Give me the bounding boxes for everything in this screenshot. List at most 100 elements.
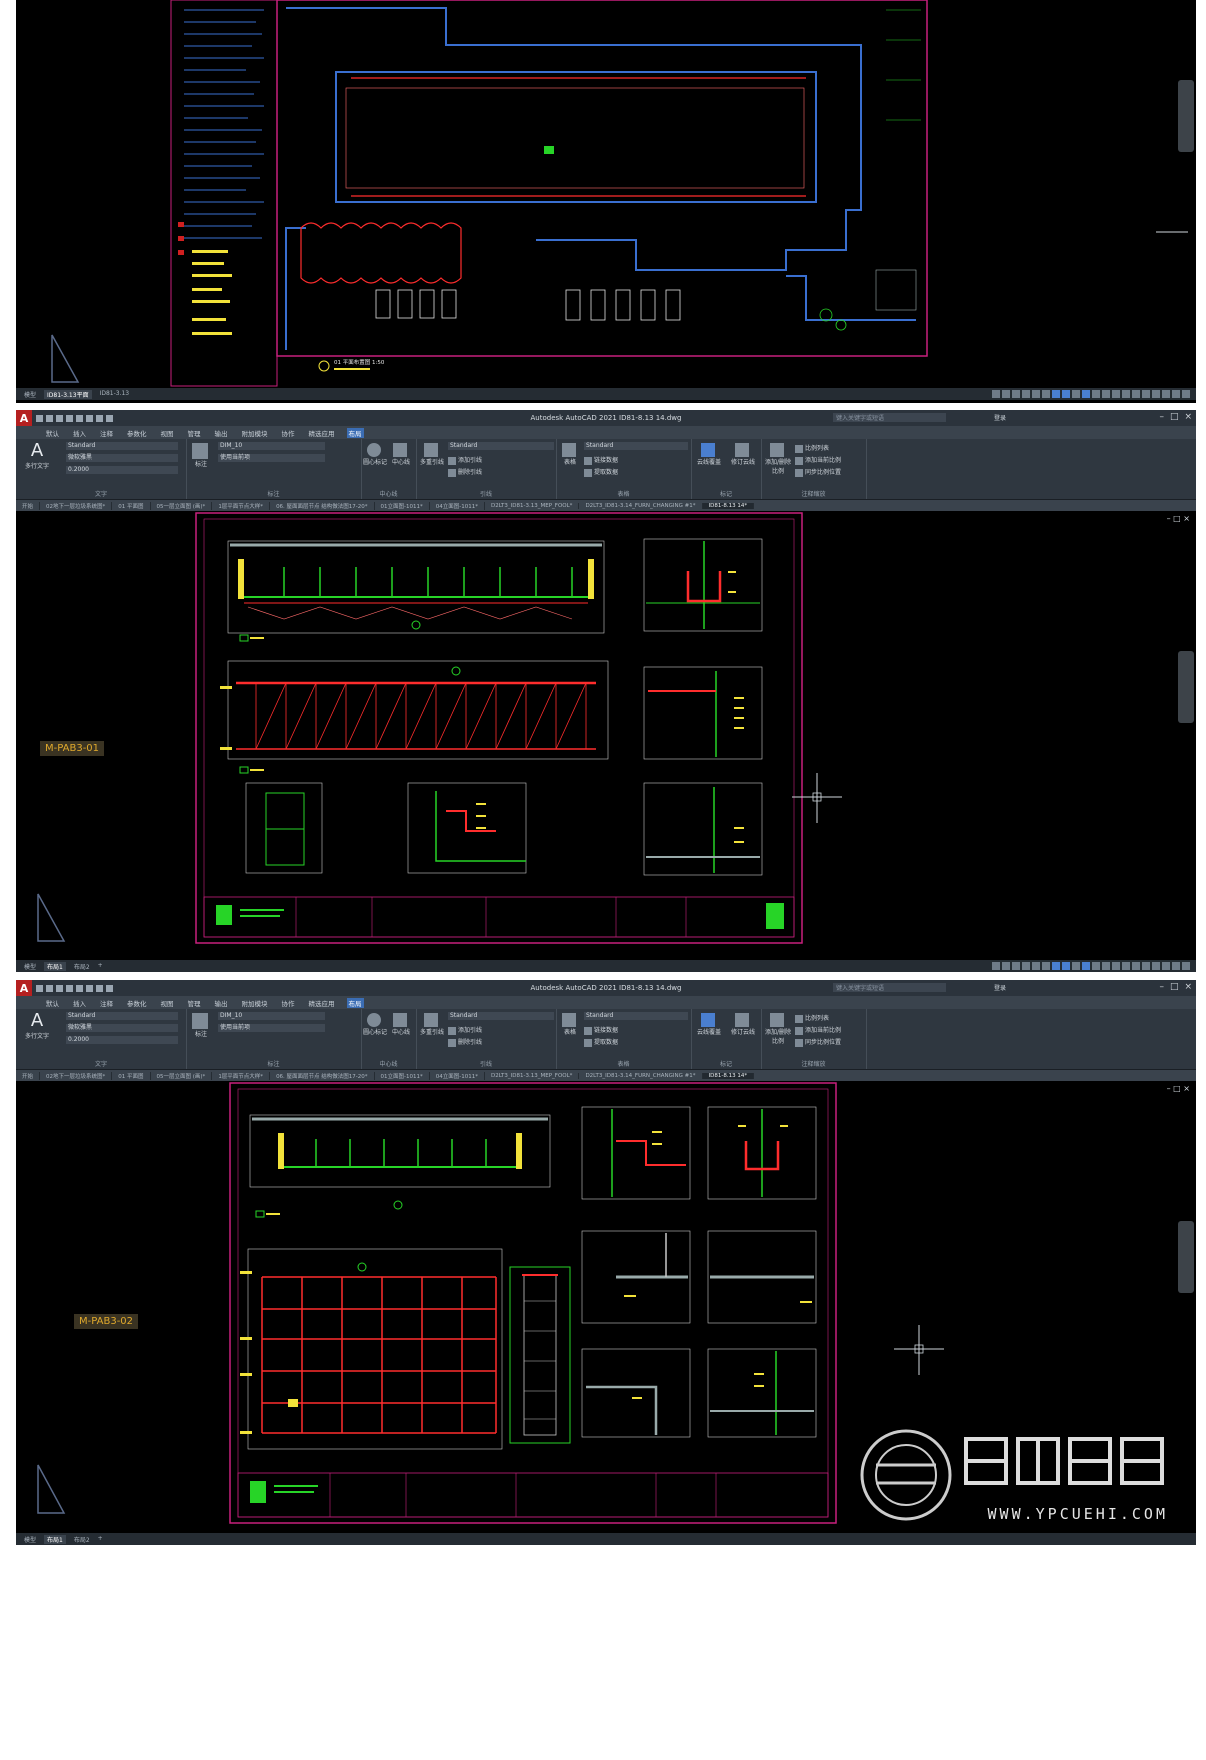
add-scale-button[interactable]: 添加/删除比例 xyxy=(763,443,793,475)
layout-tab-model[interactable]: 模型 xyxy=(24,1535,36,1544)
multileader-button[interactable]: 多重引线 xyxy=(418,1013,446,1036)
tab-insert[interactable]: 插入 xyxy=(71,428,88,438)
add-leader-button[interactable]: 添加引线 xyxy=(448,455,482,465)
layout-tab-model[interactable]: 模型 xyxy=(24,962,36,971)
tab-addins[interactable]: 附加模块 xyxy=(240,428,270,438)
tab-home[interactable]: 默认 xyxy=(44,998,61,1008)
extract-data-button[interactable]: 提取数据 xyxy=(584,1037,618,1047)
file-tab[interactable]: 06. 屋面面层节点 结构做法图17-20* xyxy=(270,1071,375,1080)
layout-tab-2[interactable]: 布局2 xyxy=(74,1535,90,1544)
font-select[interactable]: 微软雅黑 xyxy=(66,454,178,462)
file-tab[interactable]: 01 平面图 xyxy=(112,501,151,510)
tab-layout[interactable]: 布局 xyxy=(346,427,364,438)
viewport-controls[interactable]: – □ × xyxy=(1167,1084,1190,1093)
vertical-scrollbar[interactable] xyxy=(1178,1221,1194,1293)
file-tab[interactable]: D2LT3_ID81-3.13_MEP_FOOL* xyxy=(485,1072,580,1079)
file-tab[interactable]: 05一层立面图 (画)* xyxy=(151,1071,213,1080)
tab-layout[interactable]: 布局 xyxy=(346,997,364,1008)
file-tab[interactable]: 06. 屋面面层节点 结构做法图17-20* xyxy=(270,501,375,510)
dimension-button[interactable]: 标注 xyxy=(188,1013,214,1038)
layout-sheet-1[interactable] xyxy=(16,511,1196,960)
file-tab-active[interactable]: ID81-8.13 14* xyxy=(702,502,755,509)
file-tab[interactable]: 02地下一层垃圾系统图* xyxy=(40,1071,113,1080)
add-leader-button[interactable]: 添加引线 xyxy=(448,1025,482,1035)
status-toggles[interactable] xyxy=(992,390,1190,398)
tab-annotate[interactable]: 注释 xyxy=(98,428,115,438)
tab-parametric[interactable]: 参数化 xyxy=(125,428,149,438)
wipeout-button[interactable]: 云线覆盖 xyxy=(693,443,725,466)
tab-view[interactable]: 视图 xyxy=(159,998,176,1008)
tab-manage[interactable]: 管理 xyxy=(186,998,203,1008)
add-current-scale-button[interactable]: 添加当前比例 xyxy=(795,1025,841,1035)
file-tab[interactable]: 01立面图-1011* xyxy=(375,1071,430,1080)
center-mark-button[interactable]: 圆心标记 xyxy=(363,1013,387,1036)
sync-scale-button[interactable]: 同步比例位置 xyxy=(795,1037,841,1047)
dimension-button[interactable]: 标注 xyxy=(188,443,214,468)
search-input[interactable]: 键入关键字或短语 xyxy=(833,413,946,422)
vertical-scrollbar[interactable] xyxy=(1178,80,1194,152)
file-tab[interactable]: 01立面图-1011* xyxy=(375,501,430,510)
file-tab[interactable]: 05一层立面图 (画)* xyxy=(151,501,213,510)
drawing-canvas[interactable]: M-PAB3-01 – □ × xyxy=(16,511,1196,960)
drawing-canvas[interactable]: M-PAB3-02 – □ × WWW.YPCUEHI.COM xyxy=(16,1081,1196,1533)
model-space-drawing[interactable] xyxy=(16,0,1196,388)
revcloud-button[interactable]: 修订云线 xyxy=(727,443,759,466)
text-height-input[interactable]: 0.2000 xyxy=(66,466,178,474)
remove-leader-button[interactable]: 删除引线 xyxy=(448,1037,482,1047)
add-layout-icon[interactable]: + xyxy=(98,1535,103,1544)
add-layout-icon[interactable]: + xyxy=(98,962,103,971)
sign-in-link[interactable]: 登录 xyxy=(994,983,1006,992)
table-button[interactable]: 表格 xyxy=(558,1013,582,1036)
window-controls[interactable]: – □ × xyxy=(1159,982,1192,992)
wipeout-button[interactable]: 云线覆盖 xyxy=(693,1013,725,1036)
window-controls[interactable]: – □ × xyxy=(1159,412,1192,422)
file-tab[interactable]: 1层平面节点大样* xyxy=(212,1071,271,1080)
sign-in-link[interactable]: 登录 xyxy=(994,413,1006,422)
mtext-button[interactable]: A 多行文字 xyxy=(20,441,54,471)
leader-style-select[interactable]: Standard xyxy=(448,442,554,450)
layout-tab-1[interactable]: 布局1 xyxy=(44,1534,66,1544)
add-current-scale-button[interactable]: 添加当前比例 xyxy=(795,455,841,465)
remove-leader-button[interactable]: 删除引线 xyxy=(448,467,482,477)
layout-tab-2[interactable]: 布局2 xyxy=(74,962,90,971)
text-style-select[interactable]: Standard xyxy=(66,442,178,450)
file-tab[interactable]: 01 平面图 xyxy=(112,1071,151,1080)
tab-parametric[interactable]: 参数化 xyxy=(125,998,149,1008)
dim-layer-select[interactable]: DIM_10 xyxy=(218,442,325,450)
tab-featured[interactable]: 精选应用 xyxy=(307,998,337,1008)
dim-style-select[interactable]: 使用当前项 xyxy=(218,1024,325,1032)
scale-list-button[interactable]: 比例列表 xyxy=(795,443,829,453)
multileader-button[interactable]: 多重引线 xyxy=(418,443,446,466)
tab-view[interactable]: 视图 xyxy=(159,428,176,438)
file-tab[interactable]: 1层平面节点大样* xyxy=(212,501,271,510)
layout-tab-1[interactable]: ID81-3.13平面 xyxy=(44,389,92,399)
status-toggles[interactable] xyxy=(992,962,1190,970)
layout-tab-1[interactable]: 布局1 xyxy=(44,961,66,971)
search-input[interactable]: 键入关键字或短语 xyxy=(833,983,946,992)
file-tab-active[interactable]: ID81-8.13 14* xyxy=(702,1072,755,1079)
file-tab[interactable]: 04立面图-1011* xyxy=(430,1071,486,1080)
file-tab[interactable]: 开始 xyxy=(16,501,41,510)
tab-output[interactable]: 输出 xyxy=(213,998,230,1008)
table-style-select[interactable]: Standard xyxy=(584,1012,688,1020)
table-style-select[interactable]: Standard xyxy=(584,442,688,450)
file-tab[interactable]: 04立面图-1011* xyxy=(430,501,486,510)
tab-manage[interactable]: 管理 xyxy=(186,428,203,438)
tab-collaborate[interactable]: 协作 xyxy=(280,428,297,438)
tab-output[interactable]: 输出 xyxy=(213,428,230,438)
center-mark-button[interactable]: 圆心标记 xyxy=(363,443,387,466)
link-data-button[interactable]: 链接数据 xyxy=(584,1025,618,1035)
link-data-button[interactable]: 链接数据 xyxy=(584,455,618,465)
centerline-button[interactable]: 中心线 xyxy=(389,1013,413,1036)
tab-addins[interactable]: 附加模块 xyxy=(240,998,270,1008)
font-select[interactable]: 微软雅黑 xyxy=(66,1024,178,1032)
viewport-controls[interactable]: – □ × xyxy=(1167,514,1190,523)
tab-home[interactable]: 默认 xyxy=(44,428,61,438)
tab-featured[interactable]: 精选应用 xyxy=(307,428,337,438)
tab-collaborate[interactable]: 协作 xyxy=(280,998,297,1008)
text-height-input[interactable]: 0.2000 xyxy=(66,1036,178,1044)
extract-data-button[interactable]: 提取数据 xyxy=(584,467,618,477)
mtext-button[interactable]: A 多行文字 xyxy=(20,1011,54,1041)
sync-scale-button[interactable]: 同步比例位置 xyxy=(795,467,841,477)
revcloud-button[interactable]: 修订云线 xyxy=(727,1013,759,1036)
